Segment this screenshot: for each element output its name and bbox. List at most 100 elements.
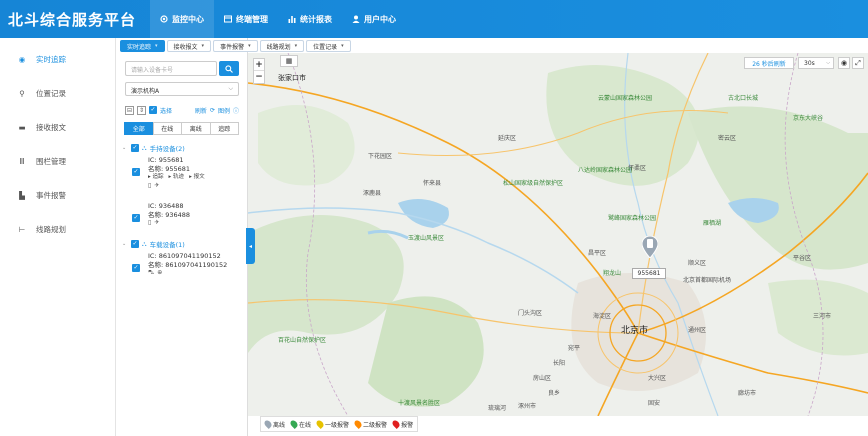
sidebar-item-label: 接收报文 <box>36 122 66 132</box>
device-item[interactable]: ✓ IC: 955681 名称: 955681 ▸ 追踪 ▸ 轨迹 ▸ 报文 ▯… <box>122 156 244 200</box>
map-label: 鹫峰国家森林公园 <box>608 215 657 222</box>
fullscreen-button[interactable]: ⤢ <box>852 57 864 69</box>
status-filter: 全部 在线 离线 追踪 <box>124 122 239 135</box>
org-tree-icon: ⛬ <box>142 239 147 248</box>
map-label: 宛平 <box>568 345 581 352</box>
search-button[interactable] <box>219 61 239 76</box>
sidebar-item-label: 围栏管理 <box>36 156 66 166</box>
map-label: 古北口长城 <box>728 95 759 102</box>
group-checkbox[interactable]: ✓ <box>131 240 139 248</box>
pin-icon <box>391 419 402 429</box>
device-checkbox[interactable]: ✓ <box>132 214 140 222</box>
refresh-link[interactable]: 刷新 <box>195 106 207 115</box>
target-icon: ◉ <box>18 54 26 64</box>
nav-user-center[interactable]: 用户中心 <box>342 0 406 38</box>
org-tree-icon: ⛬ <box>142 143 147 152</box>
tab-location-record[interactable]: 位置记录 ▾ <box>306 40 351 52</box>
sidebar-item-route-planning[interactable]: ⊢ 线路规划 <box>0 212 115 246</box>
main-nav: 监控中心 终端管理 统计报表 用户中心 <box>150 0 406 38</box>
device-item[interactable]: ✓ IC: 861097041190152 名称: 86109704119015… <box>122 252 244 288</box>
close-icon[interactable]: ▾ <box>202 43 205 49</box>
filter-all[interactable]: 全部 <box>124 122 154 135</box>
track-link[interactable]: ▸ 追踪 <box>148 173 164 182</box>
expand-sort-icon[interactable]: ⇕ <box>137 105 146 115</box>
route-icon: ⊢ <box>18 224 26 234</box>
map-label: 长阳 <box>553 360 566 367</box>
zoom-in-button[interactable]: + <box>254 59 264 71</box>
device-name: 名称: 936488 <box>148 210 191 219</box>
map-label: 北京首都国际机场 <box>683 277 732 284</box>
close-icon[interactable]: ▾ <box>155 43 158 49</box>
chevron-down-icon[interactable]: ⌄ <box>122 145 128 151</box>
map-canvas[interactable]: 张家口市 北京市 下花园区 怀来县 涿鹿县 延庆区 怀柔区 密云区 昌平区 顺义… <box>248 53 868 416</box>
message-link[interactable]: ▸ 报文 <box>189 173 205 182</box>
sidebar-item-location-record[interactable]: ⚲ 位置记录 <box>0 76 115 110</box>
alarm-icon: ▙ <box>19 190 25 200</box>
panel-collapse-button[interactable]: ◂ <box>246 228 255 264</box>
sidebar-item-realtime-tracking[interactable]: ◉ 实时追踪 <box>0 42 115 76</box>
refresh-icon: ⟳ <box>209 106 215 114</box>
filter-offline[interactable]: 离线 <box>181 122 211 135</box>
map-label: 良乡 <box>548 390 561 397</box>
layers-button[interactable]: ▦ <box>280 55 298 67</box>
close-icon[interactable]: ▾ <box>248 43 251 49</box>
sidebar-item-label: 位置记录 <box>36 88 66 98</box>
legend-offline: 离线 <box>263 419 285 429</box>
select-all-label: 选择 <box>160 107 173 115</box>
phone-icon: ▯ <box>148 181 152 189</box>
chevron-down-icon[interactable]: ⌄ <box>122 241 128 247</box>
select-all-checkbox[interactable]: ✓ <box>149 106 157 114</box>
group-checkbox[interactable]: ✓ <box>131 144 139 152</box>
device-checkbox[interactable]: ✓ <box>132 168 140 176</box>
interval-value: 30s <box>804 59 815 67</box>
device-search-input[interactable]: 请输入设备卡号 <box>125 61 217 76</box>
top-header: 北斗综合服务平台 监控中心 终端管理 统计报表 用户中心 <box>0 0 868 38</box>
device-marker[interactable] <box>642 236 658 258</box>
tab-realtime-tracking[interactable]: 实时追踪 ▾ <box>120 40 165 52</box>
map-label: 廊坊市 <box>738 390 757 397</box>
tab-route-planning[interactable]: 线路规划 ▾ <box>259 40 305 52</box>
nav-terminal-management[interactable]: 终端管理 <box>214 0 278 38</box>
satellite-icon: ✈ <box>154 219 160 226</box>
collapse-all-icon[interactable]: ⊟ <box>125 105 134 115</box>
pin-icon <box>289 419 299 429</box>
legend-link[interactable]: 图例 <box>218 106 230 115</box>
tab-event-alarm[interactable]: 事件报警 ▾ <box>213 40 258 52</box>
trajectory-link[interactable]: ▸ 轨迹 <box>169 173 185 182</box>
device-item[interactable]: ✓ IC: 936488 名称: 936488 ▯ ✈ <box>122 202 244 238</box>
brand-title: 北斗综合服务平台 <box>8 11 137 29</box>
org-select[interactable]: 演示机构A ⌵ <box>125 82 239 96</box>
map-label: 三河市 <box>813 313 832 320</box>
sidebar-item-received-messages[interactable]: ▬ 接收报文 <box>0 110 115 144</box>
nav-statistics[interactable]: 统计报表 <box>278 0 342 38</box>
help-icon: ⓘ <box>232 107 239 115</box>
zoom-out-button[interactable]: − <box>254 71 264 83</box>
group-handheld[interactable]: ⌄ ✓ ⛬ 手持设备(2) <box>122 142 244 154</box>
location-icon: ⚲ <box>19 88 25 98</box>
map-label: 下花园区 <box>368 153 393 160</box>
map-label: 大兴区 <box>648 375 667 382</box>
sidebar-item-fence-management[interactable]: Ⅲ 围栏管理 <box>0 144 115 178</box>
phone-icon <box>647 239 653 248</box>
filter-online[interactable]: 在线 <box>152 122 182 135</box>
map-label: 延庆区 <box>498 135 517 142</box>
pin-icon <box>315 419 325 429</box>
close-icon[interactable]: ▾ <box>295 43 298 49</box>
device-ic: IC: 955681 <box>148 156 184 164</box>
device-checkbox[interactable]: ✓ <box>132 264 140 272</box>
sidebar-item-event-alarm[interactable]: ▙ 事件报警 <box>0 178 115 212</box>
filter-tracking[interactable]: 追踪 <box>209 122 239 135</box>
tab-label: 位置记录 <box>313 43 338 51</box>
refresh-interval-select[interactable]: 30s ⌵ <box>798 57 834 69</box>
nav-label: 监控中心 <box>172 14 204 24</box>
map-legend: 离线 在线 一级报警 二级报警 报警 <box>260 416 419 432</box>
device-marker-label: 955681 <box>632 268 666 279</box>
nav-monitor-center[interactable]: 监控中心 <box>150 0 214 38</box>
visibility-toggle[interactable]: ◉ <box>838 57 850 69</box>
car-icon: ⛍ <box>148 269 155 276</box>
close-icon[interactable]: ▾ <box>341 43 344 49</box>
refresh-countdown[interactable]: 26 秒后刷新 <box>744 57 794 69</box>
group-vehicle[interactable]: ⌄ ✓ ⛬ 车载设备(1) <box>122 238 244 250</box>
group-name: 手持设备(2) <box>149 145 185 153</box>
tab-received-messages[interactable]: 接收报文 ▾ <box>166 40 212 52</box>
